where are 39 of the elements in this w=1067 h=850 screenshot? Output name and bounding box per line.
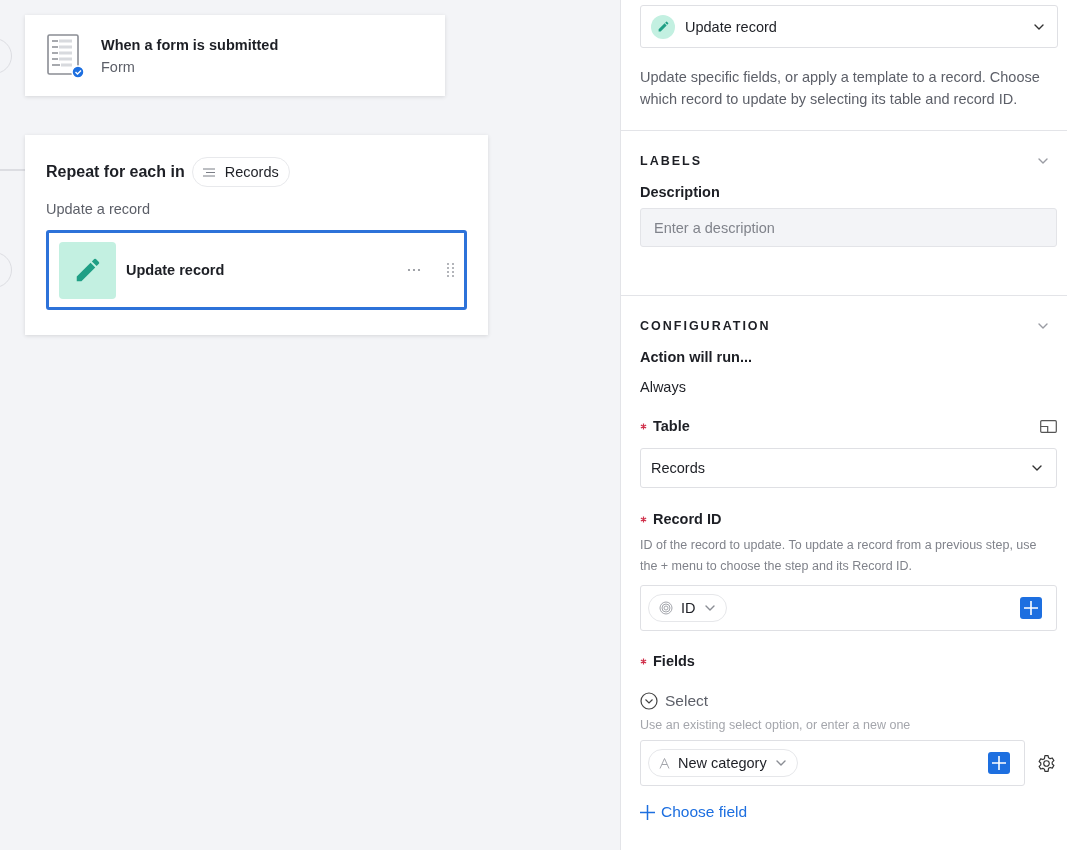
table-dropdown[interactable]: Records — [640, 448, 1057, 488]
trigger-card[interactable]: When a form is submitted Form — [25, 15, 445, 96]
plus-icon — [640, 804, 655, 820]
field-name: Select — [665, 692, 709, 710]
action-type-dropdown[interactable]: Update record — [640, 5, 1058, 48]
group-label: Update a record — [46, 201, 151, 217]
action-step-card[interactable]: Update record — [46, 230, 467, 310]
drag-handle-icon[interactable] — [447, 263, 454, 277]
help-text: Use an existing select option, or enter a new one — [640, 717, 912, 734]
layout-icon[interactable] — [1040, 419, 1057, 433]
chevron-circle-icon — [640, 692, 658, 710]
help-text: ID of the record to update. To update a record from a previous step, use the + menu to choose the step and its Record ID. — [640, 537, 1038, 575]
section-title: LABELS — [640, 154, 702, 168]
field-label-text: Fields — [653, 653, 695, 669]
text-type-icon — [659, 757, 670, 769]
more-icon[interactable] — [407, 268, 421, 272]
description-input[interactable]: Enter a description — [640, 208, 1057, 247]
form-icon — [47, 33, 85, 78]
settings-icon[interactable] — [1037, 753, 1056, 773]
step-title: Update record — [126, 262, 226, 278]
field-value-input[interactable]: New category — [640, 740, 1025, 786]
trigger-subtitle: Form — [101, 58, 136, 75]
pencil-icon — [651, 14, 675, 39]
field-label-text: Table — [653, 418, 690, 434]
list-icon — [202, 167, 215, 177]
record-id-field[interactable]: ID — [640, 585, 1057, 631]
add-icon[interactable] — [1020, 597, 1042, 619]
field-value: Always — [640, 379, 687, 395]
field-label-text: Record ID — [653, 511, 722, 527]
field-label: Description — [640, 184, 721, 200]
field-label: Action will run... — [640, 349, 753, 365]
add-icon[interactable] — [988, 752, 1010, 774]
loop-label: Repeat for each in — [46, 163, 185, 181]
action-description: Update specific fields, or apply a template to a record. Choose which record to update by selecting its table and record ID. — [640, 68, 1041, 109]
pencil-icon — [59, 241, 116, 299]
section-title: CONFIGURATION — [640, 319, 771, 333]
choose-field-link[interactable]: Choose field — [640, 803, 748, 821]
trigger-title: When a form is submitted — [101, 36, 279, 53]
fingerprint-icon — [659, 601, 673, 615]
